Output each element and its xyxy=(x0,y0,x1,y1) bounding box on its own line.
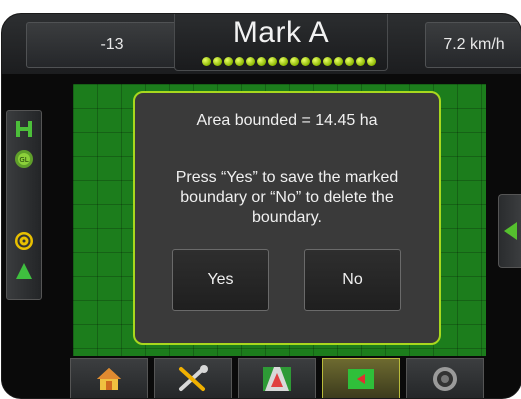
lightbar-led xyxy=(202,57,211,66)
cross-track-readout[interactable]: -13 xyxy=(26,22,198,68)
lightbar-led xyxy=(290,57,299,66)
lightbar-led xyxy=(301,57,310,66)
lightbar-led xyxy=(356,57,365,66)
vehicle-icon[interactable] xyxy=(14,261,34,281)
yes-button-label: Yes xyxy=(207,271,234,288)
display-frame: -13 7.2 km/h Mark A GL Area bounded = 14… xyxy=(1,13,521,399)
lightbar-led xyxy=(235,57,244,66)
bottom-navigation xyxy=(70,358,484,398)
dialog-message: Press “Yes” to save the marked boundary … xyxy=(175,169,399,226)
lightbar-led xyxy=(257,57,266,66)
lightbar-led xyxy=(312,57,321,66)
title-panel: Mark A xyxy=(174,14,388,71)
no-button-label: No xyxy=(342,271,363,288)
svg-text:GL: GL xyxy=(19,156,28,164)
speed-value: 7.2 km/h xyxy=(443,36,505,53)
lightbar-led xyxy=(345,57,354,66)
lightbar-led xyxy=(246,57,255,66)
page-title: Mark A xyxy=(232,16,330,49)
camera-icon xyxy=(433,367,457,391)
lightbar-led xyxy=(334,57,343,66)
tab-guidance[interactable] xyxy=(238,358,316,398)
gps-status-icon[interactable]: GL xyxy=(14,149,34,169)
tab-tools[interactable] xyxy=(154,358,232,398)
guidance-icon xyxy=(263,367,291,391)
cross-track-value: -13 xyxy=(100,36,124,53)
lightbar-led xyxy=(323,57,332,66)
tools-icon xyxy=(179,365,208,391)
tab-home[interactable] xyxy=(70,358,148,398)
tab-camera[interactable] xyxy=(406,358,484,398)
area-bounded-text: Area bounded = 14.45 ha xyxy=(196,112,378,129)
no-button[interactable]: No xyxy=(304,249,401,311)
lightbar-led xyxy=(279,57,288,66)
speed-readout[interactable]: 7.2 km/h xyxy=(425,22,521,68)
lightbar-led xyxy=(367,57,376,66)
field-map-icon xyxy=(348,369,374,389)
left-status-panel: GL xyxy=(6,110,42,300)
lightbar-led xyxy=(224,57,233,66)
steering-icon[interactable] xyxy=(14,231,34,251)
boundary-dialog: Area bounded = 14.45 ha Press “Yes” to s… xyxy=(133,91,441,345)
tab-field-map[interactable] xyxy=(322,358,400,398)
home-icon xyxy=(97,368,121,390)
lightbar-indicator xyxy=(202,57,376,66)
lightbar-led xyxy=(268,57,277,66)
field-marker-icon[interactable] xyxy=(14,119,34,139)
expand-arrow-icon xyxy=(504,222,517,240)
top-status-bar: -13 7.2 km/h Mark A xyxy=(2,14,521,74)
right-expand-tab[interactable] xyxy=(498,194,521,268)
lightbar-led xyxy=(213,57,222,66)
yes-button[interactable]: Yes xyxy=(172,249,269,311)
